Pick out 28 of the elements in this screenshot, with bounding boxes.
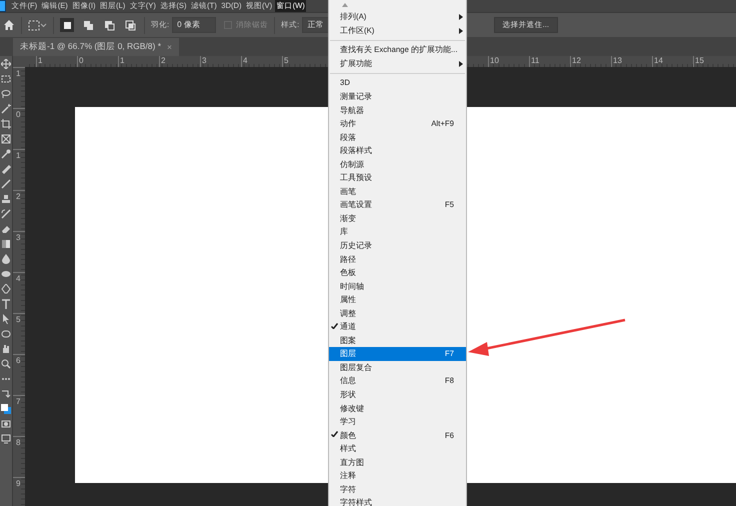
ruler-label: 1 xyxy=(38,56,42,65)
ruler-label: 3 xyxy=(16,233,20,242)
ruler-label: 9 xyxy=(16,479,20,488)
ruler-label: 5 xyxy=(16,315,20,324)
ruler-label: 13 xyxy=(613,56,622,65)
ruler-label: 12 xyxy=(572,56,581,65)
ruler-label: 0 xyxy=(79,56,84,65)
ruler-label: 1 xyxy=(16,151,20,160)
ruler-label: 1 xyxy=(120,56,124,65)
ruler-label: 5 xyxy=(284,56,288,65)
ruler-label: 10 xyxy=(490,56,499,65)
ruler-label: 7 xyxy=(16,397,20,406)
ruler-label: 15 xyxy=(695,56,704,65)
ruler-label: 6 xyxy=(16,356,20,365)
ruler-label: 0 xyxy=(16,110,20,119)
document-tab[interactable]: 未标题-1 @ 66.7% (图层 0, RGB/8) * × xyxy=(13,38,179,56)
document-title: 未标题-1 @ 66.7% (图层 0, RGB/8) * xyxy=(20,41,162,53)
ruler-label: 4 xyxy=(243,56,248,65)
ruler-label: 11 xyxy=(531,56,540,65)
ruler-label: 2 xyxy=(161,56,166,65)
ruler-label: 1 xyxy=(16,69,20,78)
style-dropdown[interactable]: 正常 xyxy=(302,17,330,33)
ruler-label: 3 xyxy=(202,56,206,65)
ruler-label: 2 xyxy=(16,192,20,201)
feather-field[interactable]: 0 像素 xyxy=(172,17,216,33)
ruler-label: 14 xyxy=(654,56,663,65)
ruler-label: 8 xyxy=(16,438,20,447)
ruler-label: 4 xyxy=(16,274,20,283)
